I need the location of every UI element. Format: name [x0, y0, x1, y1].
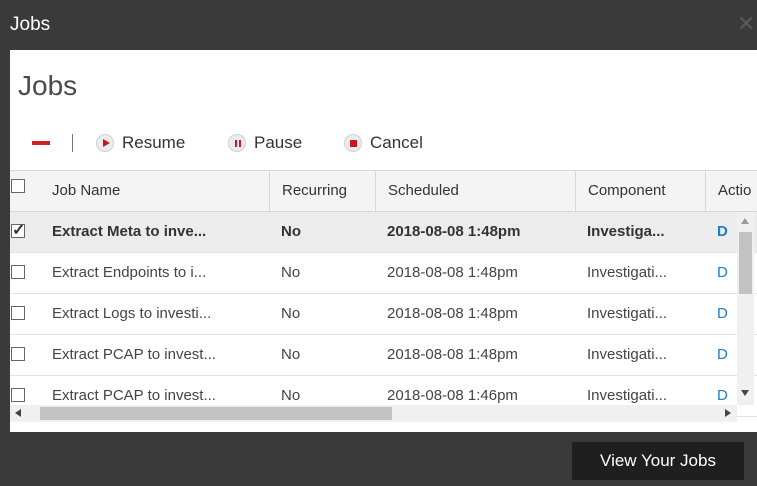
action-link[interactable]: D — [705, 294, 737, 334]
recurring-cell: No — [281, 223, 301, 240]
jobs-panel: Jobs Resume Pause Cancel Job Name Recurr… — [10, 50, 757, 432]
row-checkbox[interactable] — [11, 265, 25, 279]
scroll-right-arrow-icon[interactable] — [725, 409, 731, 417]
row-checkbox[interactable] — [11, 347, 25, 361]
stop-icon — [344, 134, 362, 152]
close-icon[interactable]: ✕ — [737, 12, 757, 36]
recurring-cell: No — [281, 346, 301, 363]
component-cell: Investigati... — [587, 264, 668, 281]
scheduled-cell: 2018-08-08 1:48pm — [387, 264, 518, 281]
component-cell: Investigati... — [587, 305, 668, 322]
jobs-toolbar: Resume Pause Cancel — [10, 130, 757, 156]
table-row[interactable]: Extract Logs to investi... No 2018-08-08… — [10, 294, 757, 335]
minus-icon[interactable] — [32, 141, 50, 145]
cancel-button[interactable]: Cancel — [344, 130, 423, 156]
horizontal-scroll-thumb[interactable] — [40, 407, 392, 420]
resume-button[interactable]: Resume — [96, 130, 185, 156]
recurring-cell: No — [281, 264, 301, 281]
play-icon — [96, 134, 114, 152]
column-header-recurring[interactable]: Recurring — [269, 171, 375, 211]
table-row[interactable]: Extract PCAP to invest... No 2018-08-08 … — [10, 335, 757, 376]
column-header-scheduled[interactable]: Scheduled — [375, 171, 575, 211]
scheduled-cell: 2018-08-08 1:48pm — [387, 305, 518, 322]
toolbar-divider — [72, 134, 73, 152]
column-header-job-name[interactable]: Job Name — [40, 171, 269, 211]
column-header-component[interactable]: Component — [575, 171, 705, 211]
component-cell: Investigati... — [587, 346, 668, 363]
action-link[interactable]: D — [705, 335, 737, 375]
scroll-down-arrow-icon[interactable] — [741, 390, 749, 396]
row-checkbox[interactable] — [11, 306, 25, 320]
jobs-table: Job Name Recurring Scheduled Component A… — [10, 170, 757, 432]
job-name-cell: Extract Logs to investi... — [52, 305, 212, 322]
job-name-cell: Extract Meta to inve... — [52, 223, 207, 240]
panel-title: Jobs — [18, 70, 78, 101]
job-name-cell: Extract Endpoints to i... — [52, 264, 207, 281]
table-row[interactable]: Extract Endpoints to i... No 2018-08-08 … — [10, 253, 757, 294]
window-titlebar: Jobs ✕ — [0, 0, 757, 50]
scheduled-cell: 2018-08-08 1:48pm — [387, 346, 518, 363]
select-all-checkbox[interactable] — [11, 179, 25, 193]
scroll-up-arrow-icon[interactable] — [741, 218, 749, 224]
scroll-left-arrow-icon[interactable] — [15, 409, 21, 417]
table-header: Job Name Recurring Scheduled Component A… — [10, 171, 757, 212]
pause-button[interactable]: Pause — [228, 130, 302, 156]
recurring-cell: No — [281, 305, 301, 322]
job-name-cell: Extract PCAP to invest... — [52, 346, 216, 363]
column-header-actions[interactable]: Actio — [705, 171, 757, 211]
scheduled-cell: 2018-08-08 1:48pm — [387, 223, 521, 240]
view-your-jobs-button[interactable]: View Your Jobs — [572, 442, 744, 480]
vertical-scrollbar[interactable] — [737, 212, 754, 405]
cancel-label: Cancel — [370, 133, 423, 152]
row-checkbox[interactable] — [11, 220, 25, 240]
resume-label: Resume — [122, 133, 186, 152]
vertical-scroll-thumb[interactable] — [739, 232, 752, 294]
pause-label: Pause — [254, 133, 303, 152]
window-title: Jobs — [10, 14, 51, 35]
action-link[interactable]: D — [705, 212, 737, 252]
action-link[interactable]: D — [705, 253, 737, 293]
table-row[interactable]: Extract Meta to inve... No 2018-08-08 1:… — [10, 212, 757, 253]
pause-icon — [228, 134, 246, 152]
row-checkbox[interactable] — [11, 388, 25, 402]
horizontal-scrollbar[interactable] — [10, 405, 737, 422]
component-cell: Investiga... — [587, 223, 665, 240]
